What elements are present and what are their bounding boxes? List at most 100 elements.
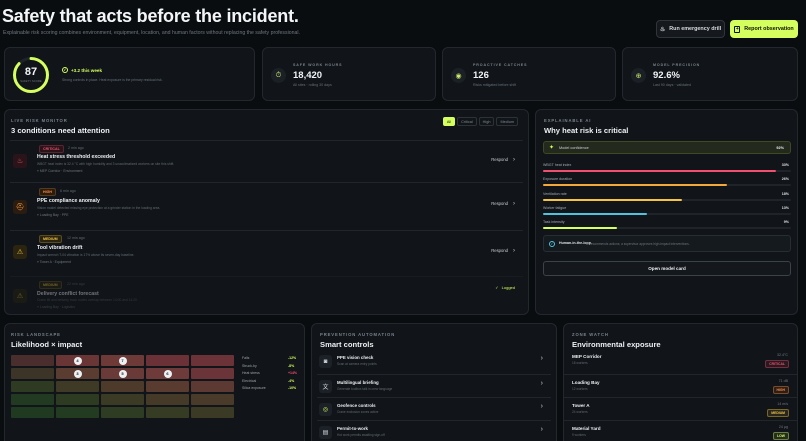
live-risk-title: 3 conditions need attention: [11, 126, 110, 135]
filter-medium[interactable]: Medium: [496, 117, 518, 126]
risk-time: 6 min ago: [60, 189, 76, 193]
score-trend: ✓ +3.2 this week: [62, 67, 102, 73]
heatmap-cell[interactable]: [191, 407, 234, 418]
risk-time: 12 min ago: [67, 236, 85, 240]
factor-bar-track: [543, 199, 791, 201]
risk-description: Vision model detected missing eye protec…: [37, 206, 161, 210]
zone-watch-card: ZONE WATCH Environmental exposure MEP Co…: [563, 323, 798, 441]
legend-name: Falls: [242, 356, 250, 360]
heatmap-cell[interactable]: [56, 381, 99, 392]
kpi-card-proactive-catches: ◉ PROACTIVE CATCHES 126 Risks mitigated …: [442, 47, 616, 101]
landscape-title: Likelihood × impact: [11, 340, 83, 349]
risk-bubble[interactable]: 3: [73, 369, 82, 378]
zone-name: Material Yard: [572, 426, 601, 431]
risk-item[interactable]: ⛑ HIGH 6 min ago PPE compliance anomaly …: [10, 182, 523, 230]
report-observation-button[interactable]: + Report observation: [730, 20, 798, 38]
zone-item[interactable]: MEP Corridor 18 workers 32.4°C CRITICAL: [564, 351, 797, 374]
controls-title: Smart controls: [320, 340, 374, 349]
respond-button[interactable]: Respond ›: [491, 201, 515, 207]
open-model-card-button[interactable]: Open model card: [543, 261, 791, 276]
chevron-right-icon: ›: [513, 157, 515, 163]
explain-eyebrow: EXPLAINABLE AI: [544, 118, 592, 123]
zone-item[interactable]: Material Yard 9 workers 24 µg LOW: [564, 420, 797, 441]
respond-button[interactable]: Respond ›: [491, 157, 515, 163]
control-item[interactable]: ◎ Geofence controls Crane exclusion zone…: [317, 397, 551, 420]
kpi-label: MODEL PRECISION: [653, 63, 701, 67]
live-risk-card: LIVE RISK MONITOR 3 conditions need atte…: [4, 109, 529, 315]
risk-item[interactable]: ♨ CRITICAL 2 min ago Heat stress thresho…: [10, 140, 523, 182]
heatmap-cell[interactable]: [191, 381, 234, 392]
risk-location: ⌖ Loading Bay · Logistics: [37, 305, 75, 309]
zones-eyebrow: ZONE WATCH: [572, 332, 609, 337]
risk-location-label: MEP Corridor · Environment: [39, 169, 83, 173]
heatmap-cell[interactable]: [101, 394, 144, 405]
risk-bubble[interactable]: 7: [118, 356, 127, 365]
safety-score-card: 87 SAFETY SCORE ✓ +3.2 this week Strong …: [4, 47, 255, 101]
run-drill-button[interactable]: ♨ Run emergency drill: [656, 20, 725, 38]
risk-title: Tool vibration drift: [37, 245, 83, 251]
legend-name: Silica exposure: [242, 386, 266, 390]
landscape-eyebrow: RISK LANDSCAPE: [11, 332, 61, 337]
risk-time: 22 min ago: [67, 282, 85, 286]
chevron-right-icon: ›: [513, 248, 515, 254]
warning-icon: ⚠: [13, 289, 27, 303]
control-item[interactable]: ▤ Permit-to-work Hot work permits awaiti…: [317, 420, 551, 441]
heatmap-cell[interactable]: [11, 381, 54, 392]
risk-level-badge: CRITICAL: [39, 145, 64, 153]
human-in-loop-note: ✓ Human-in-the-loop. AI recommends actio…: [543, 235, 791, 252]
factor-value: 18%: [781, 192, 789, 196]
heatmap-cell[interactable]: [191, 368, 234, 379]
heatmap-cell[interactable]: [56, 407, 99, 418]
trend-check-icon: ✓: [62, 67, 68, 73]
heatmap-cell[interactable]: [11, 394, 54, 405]
respond-button[interactable]: Respond ›: [491, 248, 515, 254]
heatmap-cell[interactable]: [11, 355, 54, 366]
heatmap-cell[interactable]: [191, 355, 234, 366]
heatmap-cell[interactable]: [191, 394, 234, 405]
risk-bubble[interactable]: 4: [73, 356, 82, 365]
control-desc: Crane exclusion zones active: [337, 410, 379, 414]
risk-description: WBGT heat index is 32.4 °C with high hum…: [37, 162, 175, 166]
filter-high[interactable]: High: [478, 117, 495, 126]
factor-label: Ventilation rate: [543, 192, 567, 196]
risk-item[interactable]: ⚠ MEDIUM 22 min ago Delivery conflict fo…: [10, 276, 523, 314]
control-name: PPE vision check: [337, 355, 374, 360]
factor-bar: [543, 184, 727, 186]
score-value: 87: [24, 66, 38, 78]
logged-status-label: ✓ Logged: [495, 285, 515, 290]
risk-item[interactable]: ⚠ MEDIUM 12 min ago Tool vibration drift…: [10, 230, 523, 276]
zone-item[interactable]: Tower A 24 workers 14 m/s MEDIUM: [564, 397, 797, 420]
kpi-value: 126: [473, 70, 489, 81]
zone-name: Loading Bay: [572, 380, 600, 385]
risk-bubble[interactable]: 6: [163, 369, 172, 378]
factor-bar: [543, 213, 648, 215]
kpi-value: 18,420: [293, 70, 323, 81]
legend-value: -4%: [288, 379, 295, 383]
kpi-label: PROACTIVE CATCHES: [473, 63, 528, 67]
heatmap-cell[interactable]: [11, 407, 54, 418]
heatmap-cell[interactable]: [146, 381, 189, 392]
legend-name: Struck-by: [242, 364, 257, 368]
control-item[interactable]: 文 Multilingual briefing Generate toolbox…: [317, 374, 551, 397]
heatmap-cell[interactable]: [101, 407, 144, 418]
heatmap-cell[interactable]: [11, 368, 54, 379]
control-item[interactable]: ◙ PPE vision check Scan at camera entry …: [317, 351, 551, 374]
score-trend-label: +3.2 this week: [71, 67, 103, 73]
filter-critical[interactable]: Critical: [457, 117, 477, 126]
zone-workers: 18 workers: [572, 361, 588, 365]
heatmap-cell[interactable]: [146, 407, 189, 418]
risk-location: ⌖ MEP Corridor · Environment: [37, 169, 82, 173]
risk-bubble[interactable]: 5: [118, 369, 127, 378]
translate-icon: 文: [319, 380, 332, 393]
page: Safety that acts before the incident. Ex…: [0, 0, 806, 441]
zone-name: MEP Corridor: [572, 354, 602, 359]
sparkle-icon: ✦: [549, 145, 555, 151]
heatmap-cell[interactable]: [146, 355, 189, 366]
heatmap-cell[interactable]: [101, 381, 144, 392]
filter-all[interactable]: All: [442, 117, 456, 126]
risk-location-label: Loading Bay · PPE: [39, 213, 69, 217]
zone-item[interactable]: Loading Bay 12 workers 71 dB HIGH: [564, 374, 797, 397]
heatmap-cell[interactable]: [56, 394, 99, 405]
heatmap-cell[interactable]: [146, 394, 189, 405]
kpi-sub: All sites · rolling 30 days: [293, 83, 332, 87]
